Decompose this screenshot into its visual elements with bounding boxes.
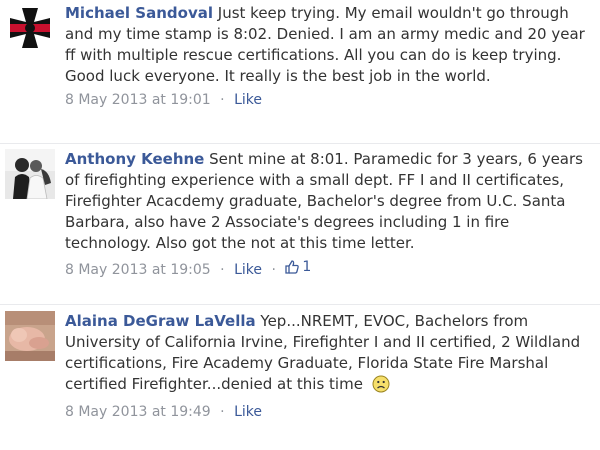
- comment-author-link[interactable]: Alaina DeGraw LaVella: [65, 312, 256, 330]
- couple-photo-avatar: [5, 149, 55, 199]
- comment-meta: 8 May 2013 at 19:05 · Like · 1: [65, 257, 590, 280]
- comment-meta: 8 May 2013 at 19:49 · Like: [65, 402, 590, 422]
- like-link[interactable]: Like: [234, 404, 262, 420]
- like-count-button[interactable]: 1: [285, 257, 311, 277]
- comment-item: Michael Sandoval Just keep trying. My em…: [0, 0, 600, 144]
- avatar[interactable]: [5, 3, 55, 53]
- like-link[interactable]: Like: [234, 262, 262, 278]
- like-link[interactable]: Like: [234, 92, 262, 108]
- comment-list: Michael Sandoval Just keep trying. My em…: [0, 0, 600, 450]
- meta-separator: ·: [220, 262, 225, 278]
- maltese-cross-icon: [5, 3, 55, 53]
- meta-separator: ·: [220, 404, 225, 420]
- thumbs-up-icon: [285, 260, 300, 274]
- like-count-value: 1: [302, 259, 312, 275]
- comment-body: Anthony Keehne Sent mine at 8:01. Parame…: [65, 149, 590, 304]
- meta-separator: ·: [220, 92, 225, 108]
- sad-face-icon: [372, 375, 390, 399]
- comment-body: Alaina DeGraw LaVella Yep...NREMT, EVOC,…: [65, 311, 590, 450]
- comment-timestamp[interactable]: 8 May 2013 at 19:49: [65, 404, 211, 420]
- comment-item: Anthony Keehne Sent mine at 8:01. Parame…: [0, 144, 600, 305]
- comment-author-link[interactable]: Anthony Keehne: [65, 150, 204, 168]
- meta-separator: ·: [271, 262, 276, 278]
- comment-author-link[interactable]: Michael Sandoval: [65, 4, 213, 22]
- comment-meta: 8 May 2013 at 19:01 · Like: [65, 90, 590, 110]
- comment-item: Alaina DeGraw LaVella Yep...NREMT, EVOC,…: [0, 305, 600, 450]
- comment-timestamp[interactable]: 8 May 2013 at 19:01: [65, 92, 211, 108]
- avatar[interactable]: [5, 311, 55, 361]
- comment-content: Alaina DeGraw LaVella Yep...NREMT, EVOC,…: [65, 311, 590, 399]
- comment-content: Michael Sandoval Just keep trying. My em…: [65, 3, 590, 87]
- baby-photo-avatar: [5, 311, 55, 361]
- avatar[interactable]: [5, 149, 55, 199]
- comment-body: Michael Sandoval Just keep trying. My em…: [65, 3, 590, 143]
- comment-content: Anthony Keehne Sent mine at 8:01. Parame…: [65, 149, 590, 254]
- comment-timestamp[interactable]: 8 May 2013 at 19:05: [65, 262, 211, 278]
